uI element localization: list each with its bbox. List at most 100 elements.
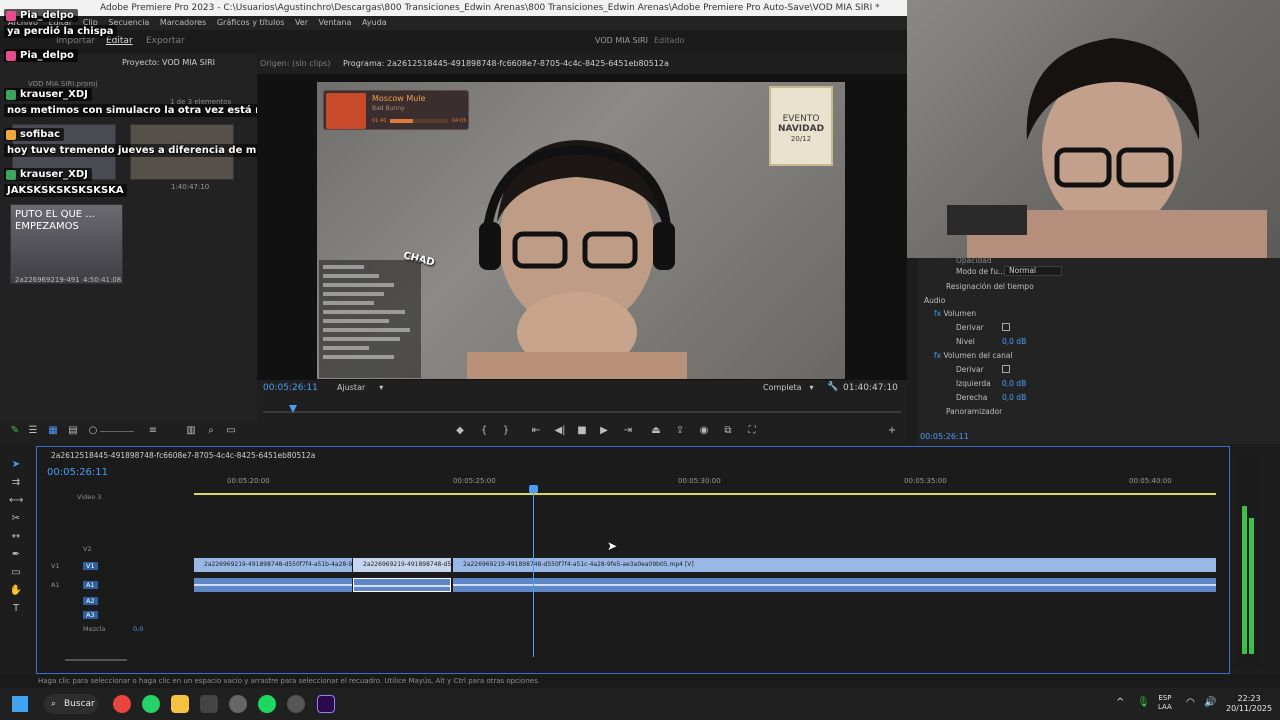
- razor-icon[interactable]: ✂: [9, 512, 23, 526]
- audio-clip[interactable]: [194, 578, 352, 592]
- volume-icon[interactable]: 🔊: [1204, 697, 1216, 708]
- project-item-thumb[interactable]: PUTO EL QUE ... EMPEZAMOS 2a226969219-49…: [10, 204, 123, 284]
- level-value[interactable]: 0,0 dB: [1002, 337, 1026, 346]
- video-clip[interactable]: 2a226969219-491898748-d5: [353, 558, 451, 572]
- ripple-edit-icon[interactable]: ⟷: [9, 494, 23, 508]
- type-tool-icon[interactable]: T: [9, 602, 23, 616]
- track-a1-label[interactable]: A1: [51, 581, 60, 589]
- blend-mode-select[interactable]: Normal: [1004, 266, 1062, 276]
- slip-icon[interactable]: ↔: [9, 530, 23, 544]
- tab-source[interactable]: Origen: (sin clips): [260, 54, 330, 74]
- compare-icon[interactable]: ⧉: [721, 424, 735, 438]
- sequence-tab[interactable]: 2a2612518445-491898748-fc6608e7-8705-4c4…: [51, 451, 315, 460]
- hand-icon[interactable]: ✋: [9, 584, 23, 598]
- sequence-timecode[interactable]: 00:05:26:11: [47, 467, 108, 478]
- mix-value[interactable]: 0,0: [133, 625, 143, 633]
- sort-icon[interactable]: ≡: [146, 424, 160, 438]
- timeline-playhead[interactable]: [529, 485, 538, 657]
- effect-keyframe-area[interactable]: [1090, 258, 1280, 440]
- track-a2-label[interactable]: A2: [83, 597, 98, 605]
- program-monitor[interactable]: Moscow Mule Bad Bunny 01:40 04:05 EVENTO…: [257, 74, 907, 380]
- timeline-panel[interactable]: 2a2612518445-491898748-fc6608e7-8705-4c4…: [36, 446, 1230, 674]
- chevron-up-icon[interactable]: ^: [1116, 697, 1124, 708]
- chat-username: Pia_delpo: [4, 49, 78, 62]
- file-explorer-icon[interactable]: [171, 695, 189, 713]
- search-icon[interactable]: ⌕: [204, 424, 218, 438]
- left-value[interactable]: 0,0 dB: [1002, 379, 1026, 388]
- zoom-slider-icon[interactable]: ○: [86, 424, 100, 438]
- spotify-icon[interactable]: [258, 695, 276, 713]
- stop-icon[interactable]: ■: [575, 424, 589, 438]
- song-title: Moscow Mule: [372, 94, 426, 103]
- bypass-checkbox[interactable]: [1002, 323, 1010, 331]
- premiere-pro-icon[interactable]: [317, 695, 335, 713]
- marker-icon[interactable]: ◆: [453, 424, 467, 438]
- extract-icon[interactable]: ⇪: [673, 424, 687, 438]
- taskbar-search[interactable]: ⌕ Buscar: [44, 694, 98, 714]
- rectangle-icon[interactable]: ▭: [9, 566, 23, 580]
- go-to-in-icon[interactable]: ⇤: [529, 424, 543, 438]
- new-bin-icon[interactable]: ▭: [224, 424, 238, 438]
- fx-volume[interactable]: fx Volumen: [934, 309, 976, 318]
- track-a3-label[interactable]: A3: [83, 611, 98, 619]
- track-a1-target[interactable]: A1: [83, 581, 98, 589]
- whatsapp-icon[interactable]: [142, 695, 160, 713]
- time-remap-label[interactable]: Resignación del tiempo: [946, 282, 1034, 291]
- track-v2-label[interactable]: V2: [83, 545, 92, 553]
- panner-label[interactable]: Panoramizador: [946, 407, 1002, 416]
- video-clip[interactable]: 2a226969219-491898748-d550f7f4-a51c-4a28…: [453, 558, 1216, 572]
- event-poster: EVENTO NAVIDAD 20/12: [769, 86, 833, 166]
- audio-clip-selected[interactable]: [353, 578, 451, 592]
- pen-icon[interactable]: ✒: [9, 548, 23, 562]
- program-scrubber[interactable]: [263, 411, 901, 413]
- fit-select[interactable]: Ajustar ▾: [337, 383, 387, 394]
- mark-in-icon[interactable]: {: [477, 424, 491, 438]
- wrench-icon[interactable]: 🔧: [827, 382, 838, 392]
- add-button-icon[interactable]: +: [885, 424, 899, 438]
- lift-icon[interactable]: ⏏: [649, 424, 663, 438]
- step-back-icon[interactable]: ◀|: [553, 424, 567, 438]
- fullscreen-icon[interactable]: ⛶: [745, 424, 759, 438]
- menu-ventana[interactable]: Ventana: [319, 18, 352, 27]
- tab-program[interactable]: Programa: 2a2612518445-491898748-fc6608e…: [343, 54, 669, 74]
- timeline-zoom-bar[interactable]: [65, 659, 127, 661]
- language-indicator[interactable]: ESP LAA: [1158, 694, 1172, 712]
- obs-window-icon[interactable]: [200, 695, 218, 713]
- audio-clip[interactable]: [453, 578, 1216, 592]
- video-clip[interactable]: 2a226969219-491898748-d550f7f4-a51b-4a28…: [194, 558, 352, 572]
- windows-start-icon[interactable]: [12, 696, 28, 712]
- program-timecode[interactable]: 00:05:26:11: [263, 383, 318, 393]
- freeform-view-icon[interactable]: ▤: [66, 424, 80, 438]
- project-item-name: 2a226969219-491: [15, 276, 80, 284]
- menu-ayuda[interactable]: Ayuda: [362, 18, 387, 27]
- project-toolbar: ✎ ☰ ▦ ▤ ○ ≡ ▥ ⌕ ▭: [0, 420, 257, 444]
- chatgpt-icon[interactable]: [229, 695, 247, 713]
- icon-view-icon[interactable]: ▦: [46, 424, 60, 438]
- pencil-icon[interactable]: ✎: [8, 424, 22, 438]
- clock[interactable]: 22:23 20/11/2025: [1226, 694, 1272, 714]
- track-v1-label[interactable]: V1: [51, 562, 60, 570]
- list-view-icon[interactable]: ☰: [26, 424, 40, 438]
- go-to-out-icon[interactable]: ⇥: [621, 424, 635, 438]
- selection-tool-icon[interactable]: ➤: [9, 458, 23, 472]
- zoom-slider[interactable]: [100, 431, 134, 432]
- right-value[interactable]: 0,0 dB: [1002, 393, 1026, 402]
- quality-select[interactable]: Completa ▾: [763, 383, 814, 392]
- chat-username: krauser_XDJ: [4, 168, 92, 181]
- automate-icon[interactable]: ▥: [184, 424, 198, 438]
- time-ruler[interactable]: 00:05:20:00 00:05:25:00 00:05:30:00 00:0…: [194, 471, 1216, 495]
- chrome-icon[interactable]: [113, 695, 131, 713]
- camera-icon[interactable]: ◉: [697, 424, 711, 438]
- menu-ver[interactable]: Ver: [295, 18, 308, 27]
- mix-label: Mezcla: [83, 625, 106, 633]
- fx-channel-volume[interactable]: fx Volumen del canal: [934, 351, 1013, 360]
- obs-icon[interactable]: [287, 695, 305, 713]
- microphone-icon[interactable]: 🎙: [1137, 697, 1150, 708]
- track-select-icon[interactable]: ⇉: [9, 476, 23, 490]
- wifi-icon[interactable]: ◠: [1186, 697, 1195, 708]
- bypass2-checkbox[interactable]: [1002, 365, 1010, 373]
- work-area-bar[interactable]: [194, 493, 1216, 495]
- play-icon[interactable]: ▶: [597, 424, 611, 438]
- track-v1-target[interactable]: V1: [83, 562, 98, 570]
- mark-out-icon[interactable]: }: [499, 424, 513, 438]
